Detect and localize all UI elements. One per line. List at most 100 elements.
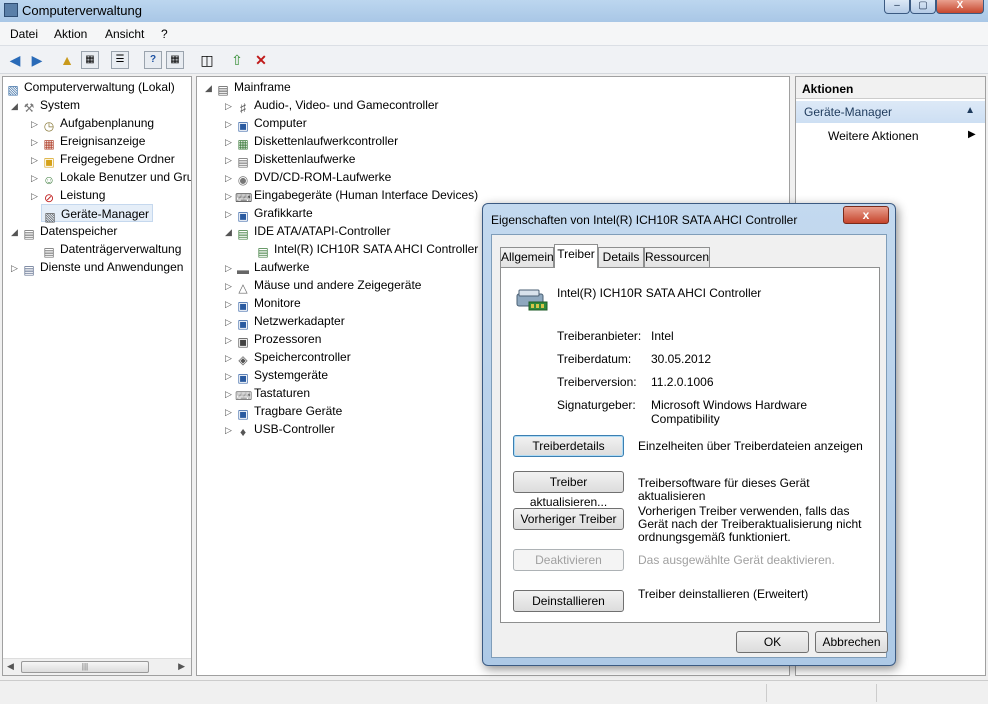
update-driver-button[interactable]: Treiber aktualisieren... <box>513 471 624 509</box>
tab-details[interactable]: Details <box>598 247 644 267</box>
device-category[interactable]: ▷ ▣ Prozessoren <box>225 330 321 349</box>
device-tree-root[interactable]: ◢ ▤ Mainframe <box>205 78 291 97</box>
tree-item-ereignisanzeige[interactable]: ▷ ▦ Ereignisanzeige <box>31 132 145 151</box>
collapse-up-icon[interactable]: ▲ <box>965 105 975 116</box>
tab-treiber[interactable]: Treiber <box>554 244 598 268</box>
expand-icon[interactable]: ▷ <box>225 385 235 403</box>
tree-item-computerverwaltung[interactable]: ▧ Computerverwaltung (Lokal) <box>5 78 174 97</box>
collapse-icon[interactable]: ◢ <box>225 223 235 241</box>
expand-icon[interactable]: ▷ <box>225 169 235 187</box>
collapse-icon[interactable]: ◢ <box>11 97 21 115</box>
show-hide-tree-icon[interactable]: ▦ <box>81 51 99 69</box>
device-category[interactable]: ▷ ▣ Monitore <box>225 294 301 313</box>
cancel-button[interactable]: Abbrechen <box>815 631 888 653</box>
expand-icon[interactable]: ▷ <box>225 187 235 205</box>
maximize-button[interactable]: ▢ <box>910 0 936 14</box>
expand-icon[interactable]: ▷ <box>225 151 235 169</box>
expand-icon[interactable]: ▷ <box>225 421 235 439</box>
device-category[interactable]: ▷ ♦ USB-Controller <box>225 420 335 439</box>
update-driver-icon[interactable]: ⇧ <box>228 51 246 69</box>
expand-icon[interactable]: ▷ <box>225 349 235 367</box>
expand-icon[interactable]: ▷ <box>225 97 235 115</box>
device-category[interactable]: ▷ ▬ Laufwerke <box>225 258 309 277</box>
ok-button[interactable]: OK <box>736 631 809 653</box>
device-category[interactable]: ▷ ▣ Netzwerkadapter <box>225 312 345 331</box>
expand-icon[interactable]: ▷ <box>225 115 235 133</box>
device-category[interactable]: ▷ ▤ Diskettenlaufwerke <box>225 150 355 169</box>
scroll-left-icon[interactable]: ◀ <box>7 661 14 672</box>
close-button[interactable]: X <box>936 0 984 14</box>
tree-item-dienste[interactable]: ▷ ▤ Dienste und Anwendungen <box>11 258 183 277</box>
expand-icon[interactable]: ▷ <box>225 259 235 277</box>
disable-device-button[interactable]: Deaktivieren <box>513 549 624 571</box>
expand-icon[interactable]: ▷ <box>225 331 235 349</box>
menu-aktion[interactable]: Aktion <box>54 27 87 41</box>
expand-icon[interactable]: ▷ <box>225 295 235 313</box>
uninstall-driver-button[interactable]: Deinstallieren <box>513 590 624 612</box>
device-category-expanded[interactable]: ◢ ▤ IDE ATA/ATAPI-Controller <box>225 222 390 241</box>
dialog-body: Allgemein Treiber Details Ressourcen Int… <box>491 234 888 658</box>
up-folder-icon[interactable]: ▲ <box>58 51 76 69</box>
driver-details-description: Einzelheiten über Treiberdateien anzeige… <box>638 439 863 453</box>
uninstall-icon[interactable]: ✕ <box>252 51 270 69</box>
expand-icon[interactable]: ▷ <box>31 187 41 205</box>
dialog-close-button[interactable]: x <box>843 206 889 224</box>
tree-item-aufgabenplanung[interactable]: ▷ ◷ Aufgabenplanung <box>31 114 154 133</box>
scrollbar-thumb[interactable]: ||| <box>21 661 149 673</box>
expand-icon[interactable]: ▷ <box>225 367 235 385</box>
device-category[interactable]: ▷ ◉ DVD/CD-ROM-Laufwerke <box>225 168 391 187</box>
tree-item-lokale-benutzer[interactable]: ▷☺Lokale Benutzer und Gruppen <box>31 168 191 187</box>
status-bar <box>0 680 988 704</box>
expand-icon[interactable]: ▷ <box>31 169 41 187</box>
tree-item-freigegebene-ordner[interactable]: ▷ ▣ Freigegebene Ordner <box>31 150 175 169</box>
menu-ansicht[interactable]: Ansicht <box>105 27 144 41</box>
expand-icon[interactable]: ▷ <box>225 277 235 295</box>
device-category[interactable]: ▷ ♯ Audio-, Video- und Gamecontroller <box>225 96 439 115</box>
expand-icon[interactable]: ▷ <box>31 133 41 151</box>
device-category[interactable]: ▷ ◈ Speichercontroller <box>225 348 351 367</box>
device-category[interactable]: ▷ ▣ Systemgeräte <box>225 366 328 385</box>
scan-hardware-icon[interactable]: ◫ <box>198 51 216 69</box>
expand-icon[interactable]: ▷ <box>11 259 21 277</box>
expand-icon[interactable]: ▷ <box>225 205 235 223</box>
device-category[interactable]: ▷ ▣ Computer <box>225 114 307 133</box>
device-category[interactable]: ▷ △ Mäuse und andere Zeigegeräte <box>225 276 421 295</box>
tree-item-datenspeicher[interactable]: ◢ ▤ Datenspeicher <box>11 222 117 241</box>
expand-icon[interactable]: ▷ <box>225 403 235 421</box>
horizontal-scrollbar[interactable]: ◀ ||| ▶ <box>3 658 191 675</box>
device-category[interactable]: ▷ ⌨ Eingabegeräte (Human Interface Devices… <box>225 186 478 205</box>
device-category[interactable]: ▷ ▦ Diskettenlaufwerkcontroller <box>225 132 398 151</box>
expand-icon[interactable]: ▷ <box>225 133 235 151</box>
show-hide-action-pane-icon[interactable]: ▦ <box>166 51 184 69</box>
menu-datei[interactable]: Datei <box>10 27 38 41</box>
scroll-right-icon[interactable]: ▶ <box>178 661 185 672</box>
more-actions-item[interactable]: Weitere Aktionen ▶ <box>828 129 976 143</box>
rollback-driver-button[interactable]: Vorheriger Treiber <box>513 508 624 530</box>
expand-icon[interactable]: ▷ <box>31 151 41 169</box>
title-bar: Computerverwaltung – ▢ X <box>0 0 988 22</box>
collapse-icon[interactable]: ◢ <box>11 223 21 241</box>
device-item[interactable]: ▤ Intel(R) ICH10R SATA AHCI Controller <box>255 240 478 259</box>
tab-allgemein[interactable]: Allgemein <box>500 247 554 267</box>
expand-icon[interactable]: ▷ <box>225 313 235 331</box>
minimize-button[interactable]: – <box>884 0 910 14</box>
tree-item-geraete-manager[interactable]: ▧ Geräte-Manager <box>41 204 154 224</box>
tree-item-leistung[interactable]: ▷ ⊘ Leistung <box>31 186 105 205</box>
forward-icon[interactable]: ▶ <box>28 51 46 69</box>
properties-icon[interactable]: ☰ <box>111 51 129 69</box>
collapse-icon[interactable]: ◢ <box>205 79 215 97</box>
actions-section-geraete-manager[interactable]: Geräte-Manager ▲ <box>796 101 985 123</box>
expand-icon[interactable]: ▷ <box>31 115 41 133</box>
menu-help[interactable]: ? <box>161 27 168 41</box>
status-segment <box>766 684 876 702</box>
tree-item-system[interactable]: ◢ ⚒ System <box>11 96 80 115</box>
device-category[interactable]: ▷ ⌨ Tastaturen <box>225 384 310 403</box>
back-icon[interactable]: ◀ <box>6 51 24 69</box>
tab-ressourcen[interactable]: Ressourcen <box>644 247 710 267</box>
field-value: Intel <box>651 329 674 343</box>
help-icon[interactable]: ? <box>144 51 162 69</box>
device-category[interactable]: ▷ ▣ Tragbare Geräte <box>225 402 342 421</box>
tree-item-datentraegerverwaltung[interactable]: ▤ Datenträgerverwaltung <box>41 240 181 259</box>
driver-details-button[interactable]: Treiberdetails <box>513 435 624 457</box>
device-category[interactable]: ▷ ▣ Grafikkarte <box>225 204 313 223</box>
